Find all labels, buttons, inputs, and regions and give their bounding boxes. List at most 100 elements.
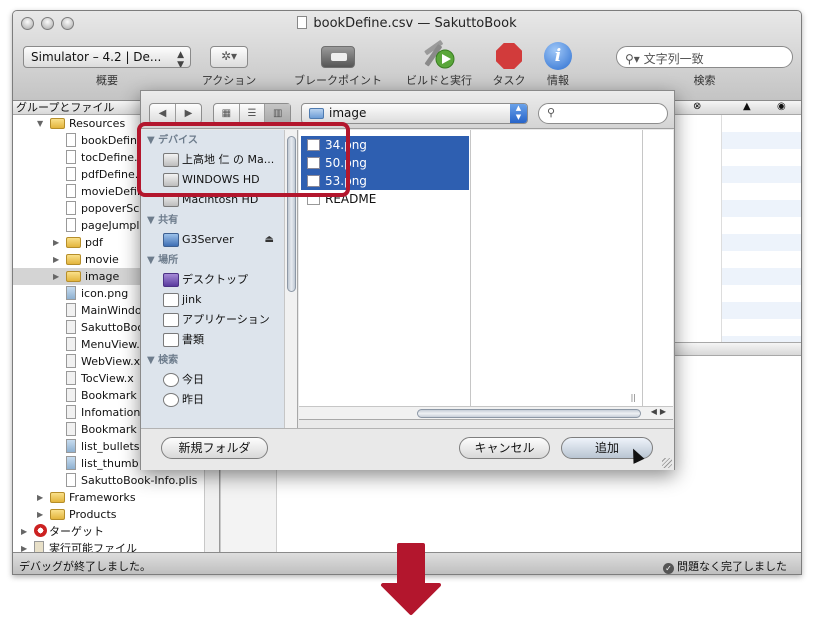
browser-horizontal-scrollbar[interactable]: ◀▶ xyxy=(299,406,673,420)
disclosure-closed-icon[interactable]: ▶ xyxy=(37,489,43,506)
disclosure-closed-icon[interactable]: ▶ xyxy=(21,540,27,552)
forward-button[interactable]: ▶ xyxy=(176,104,201,123)
document-icon xyxy=(297,16,308,29)
stop-task-icon[interactable] xyxy=(496,43,522,69)
tree-item-label: popoverSc xyxy=(81,202,140,215)
tree-item-label: MainWindo xyxy=(81,304,142,317)
clock-icon xyxy=(163,393,179,407)
places-header[interactable]: ▼ 場所 xyxy=(141,252,284,270)
documents-icon xyxy=(163,333,179,347)
xib-file-icon xyxy=(66,354,76,368)
source-item-applications[interactable]: アプリケーション xyxy=(141,310,284,330)
error-column-icon[interactable]: ⊗ xyxy=(693,101,701,112)
xib-file-icon xyxy=(66,320,76,334)
folder-icon xyxy=(50,492,65,503)
back-button[interactable]: ◀ xyxy=(150,104,176,123)
scroll-thumb[interactable] xyxy=(417,409,641,418)
xib-file-icon xyxy=(66,405,76,419)
disclosure-closed-icon[interactable]: ▶ xyxy=(37,506,43,523)
warning-column-icon[interactable]: ▲ xyxy=(743,101,751,112)
tree-item-label: ターゲット xyxy=(49,525,104,538)
dialog-search-input[interactable]: ⚲ xyxy=(538,103,668,124)
scheme-value: Simulator – 4.2 | De... xyxy=(31,50,162,64)
tree-item-label: bookDefine xyxy=(81,134,144,147)
column-view-button[interactable]: ▥ xyxy=(265,104,291,123)
tree-item[interactable]: ▶ 実行可能ファイル xyxy=(13,540,219,552)
target-column-icon[interactable]: ◉ xyxy=(777,101,786,112)
folder-icon xyxy=(66,271,81,282)
breakpoints-button[interactable] xyxy=(321,46,355,68)
down-arrow-icon xyxy=(381,543,441,615)
popup-arrow-icon: ▲ ▼ xyxy=(177,50,184,68)
current-folder: image xyxy=(329,106,367,120)
file-icon xyxy=(66,133,76,147)
path-popup[interactable]: image ▲ ▼ xyxy=(301,103,528,124)
tree-item-label: TocView.x xyxy=(81,372,134,385)
search-for-header[interactable]: ▼ 検索 xyxy=(141,352,284,370)
shared-header[interactable]: ▼ 共有 xyxy=(141,212,284,230)
icon-view-button[interactable]: ▦ xyxy=(214,104,240,123)
xib-file-icon xyxy=(66,371,76,385)
eject-icon[interactable]: ⏏ xyxy=(265,230,274,250)
tree-item-label: pdfDefine. xyxy=(81,168,139,181)
cancel-button[interactable]: キャンセル xyxy=(459,437,550,459)
disclosure-closed-icon[interactable]: ▶ xyxy=(53,251,59,268)
tree-item[interactable]: ▶ ターゲット xyxy=(13,523,219,540)
tree-item[interactable]: SakuttoBook-Info.plis xyxy=(13,472,219,489)
build-status-text: 問題なく完了しました xyxy=(677,560,787,573)
folder-icon xyxy=(66,254,81,265)
file-icon xyxy=(66,184,76,198)
source-item-home[interactable]: jink xyxy=(141,290,284,310)
file-icon xyxy=(66,167,76,181)
source-item-g3server[interactable]: G3Server ⏏ xyxy=(141,230,284,250)
disclosure-closed-icon[interactable]: ▶ xyxy=(53,268,59,285)
xib-file-icon xyxy=(66,388,76,402)
file-icon xyxy=(66,473,76,487)
disclosure-closed-icon[interactable]: ▶ xyxy=(53,234,59,251)
tree-item[interactable]: ▶ Frameworks xyxy=(13,489,219,506)
tree-item-label: image xyxy=(85,270,120,283)
scheme-label: 概要 xyxy=(96,74,118,87)
source-item-yesterday[interactable]: 昨日 xyxy=(141,390,284,410)
source-item-desktop[interactable]: デスクトップ xyxy=(141,270,284,290)
tree-item-label: icon.png xyxy=(81,287,129,300)
source-item-today[interactable]: 今日 xyxy=(141,370,284,390)
scheme-popup[interactable]: Simulator – 4.2 | De... ▲ ▼ xyxy=(23,46,191,68)
tree-item-label: tocDefine. xyxy=(81,151,138,164)
info-icon[interactable]: i xyxy=(544,42,572,70)
window-title-wrap: bookDefine.csv — SakuttoBook xyxy=(13,16,801,31)
window-title: bookDefine.csv — SakuttoBook xyxy=(313,16,517,31)
action-label: アクション xyxy=(201,74,257,87)
resize-grip[interactable] xyxy=(662,458,672,468)
desktop-icon xyxy=(163,273,179,287)
tree-item-label: 実行可能ファイル xyxy=(49,542,137,552)
tree-item-label: Frameworks xyxy=(69,491,136,504)
disclosure-closed-icon[interactable]: ▶ xyxy=(21,523,27,540)
new-folder-button[interactable]: 新規フォルダ xyxy=(161,437,268,459)
tree-item-label: SakuttoBook-Info.plis xyxy=(81,474,198,487)
list-view-button[interactable]: ☰ xyxy=(240,104,266,123)
build-label: ビルドと実行 xyxy=(406,74,472,87)
image-file-icon xyxy=(66,439,76,453)
tree-item[interactable]: ▶ Products xyxy=(13,506,219,523)
tree-item-label: WebView.x xyxy=(81,355,141,368)
tree-item-label: Products xyxy=(69,508,117,521)
executable-icon xyxy=(34,541,44,552)
folder-icon xyxy=(66,237,81,248)
home-icon xyxy=(163,293,179,307)
disclosure-open-icon[interactable]: ▼ xyxy=(37,115,43,132)
status-message: デバッグが終了しました。 xyxy=(19,560,151,573)
source-item-documents[interactable]: 書類 xyxy=(141,330,284,350)
tree-item-label: MenuView. xyxy=(81,338,140,351)
browser-column-empty: || xyxy=(471,130,643,406)
action-button[interactable]: ✲▾ xyxy=(210,46,248,68)
search-input[interactable]: ⚲▾ 文字列一致 xyxy=(616,46,793,68)
xib-file-icon xyxy=(66,337,76,351)
scroll-arrows-icon[interactable]: ◀▶ xyxy=(651,407,669,416)
tree-item-label: Bookmark xyxy=(81,423,137,436)
breakpoint-icon xyxy=(331,53,347,61)
build-and-run-icon[interactable] xyxy=(421,39,457,71)
column-resize-handle[interactable]: || xyxy=(631,393,636,402)
xib-file-icon xyxy=(66,422,76,436)
image-file-icon xyxy=(66,456,76,470)
